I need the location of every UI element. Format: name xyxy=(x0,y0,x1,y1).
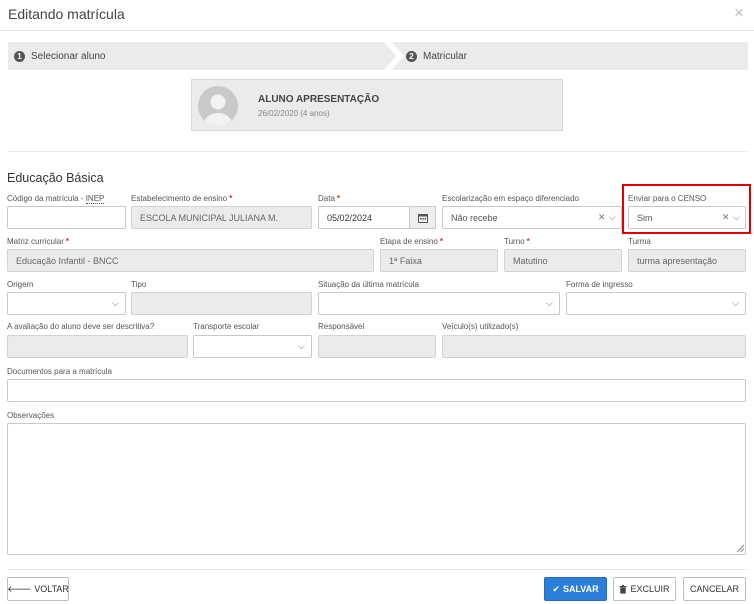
footer-divider xyxy=(8,569,747,570)
trash-icon xyxy=(619,584,627,594)
back-button[interactable]: 🡐 VOLTAR xyxy=(7,577,69,601)
calendar-icon[interactable] xyxy=(410,206,436,229)
etapa-label: Etapa de ensino * xyxy=(380,237,443,246)
escolarizacao-value: Não recebe xyxy=(451,212,498,223)
delete-button[interactable]: EXCLUIR xyxy=(613,577,676,601)
responsavel-label: Responsável xyxy=(318,322,365,331)
observacoes-textarea[interactable] xyxy=(7,423,746,555)
step-label: Matricular xyxy=(423,50,467,62)
student-card: ALUNO APRESENTAÇÃO 26/02/2020 (4 anos) xyxy=(191,79,563,131)
observacoes-label: Observações xyxy=(7,411,55,420)
origem-label: Origem xyxy=(7,280,34,289)
chevron-down-icon[interactable]: ⌵ xyxy=(546,298,553,309)
delete-button-label: EXCLUIR xyxy=(630,584,670,594)
matriz-label: Matriz curricular * xyxy=(7,237,70,246)
situacao-label: Situação da última matrícula xyxy=(318,280,419,289)
back-button-label: VOLTAR xyxy=(34,584,69,594)
cancel-button[interactable]: CANCELAR xyxy=(683,577,746,601)
estabelecimento-input: ESCOLA MUNICIPAL JULIANA M. xyxy=(131,206,312,229)
stepper: 1 Selecionar aluno 2 Matricular xyxy=(8,42,748,70)
step-number: 1 xyxy=(14,50,25,62)
step-select-student[interactable]: 1 Selecionar aluno xyxy=(14,42,106,70)
forma-label: Forma de ingresso xyxy=(566,280,633,289)
turma-label: Turma xyxy=(628,237,651,246)
chevron-down-icon[interactable]: ⌵ xyxy=(112,298,119,309)
arrow-left-icon: 🡐 xyxy=(7,583,32,594)
tipo-label: Tipo xyxy=(131,280,147,289)
chevron-down-icon[interactable]: ⌵ xyxy=(298,341,305,352)
documentos-label: Documentos para a matrícula xyxy=(7,367,112,376)
turno-input: Matutino xyxy=(504,249,622,272)
student-name: ALUNO APRESENTAÇÃO xyxy=(258,94,380,105)
matriz-input: Educação Infantil - BNCC xyxy=(7,249,374,272)
save-button[interactable]: ✔ SALVAR xyxy=(544,577,607,601)
documentos-input[interactable] xyxy=(7,379,746,402)
resize-icon[interactable] xyxy=(736,544,745,553)
tipo-input xyxy=(131,292,312,315)
forma-select[interactable]: ⌵ xyxy=(566,292,746,315)
turno-label: Turno * xyxy=(504,237,530,246)
situacao-select[interactable]: ⌵ xyxy=(318,292,560,315)
student-birthdate: 26/02/2020 (4 anos) xyxy=(258,109,330,118)
avatar-icon xyxy=(198,86,238,126)
escolarizacao-select[interactable]: Não recebe ✕ ⌵ xyxy=(442,206,622,229)
data-label: Data * xyxy=(318,194,341,203)
save-button-label: SALVAR xyxy=(562,584,599,594)
origem-select[interactable]: ⌵ xyxy=(7,292,126,315)
header-divider xyxy=(0,30,754,31)
section-title: Educação Básica xyxy=(7,171,104,185)
check-icon: ✔ xyxy=(552,583,560,594)
turma-input: turma apresentação xyxy=(628,249,746,272)
estabelecimento-label: Estabelecimento de ensino * xyxy=(131,194,233,203)
avaliacao-label: A avaliação do aluno deve ser descritiva… xyxy=(7,322,155,331)
close-icon[interactable]: × xyxy=(734,3,744,23)
step-enroll[interactable]: 2 Matricular xyxy=(406,42,467,70)
chevron-down-icon[interactable]: ⌵ xyxy=(609,212,616,223)
avaliacao-input xyxy=(7,335,188,358)
etapa-input: 1ª Faixa xyxy=(380,249,498,272)
codigo-input[interactable] xyxy=(7,206,126,229)
step-label: Selecionar aluno xyxy=(31,50,106,62)
step-separator-icon xyxy=(384,42,404,70)
responsavel-input xyxy=(318,335,436,358)
escolarizacao-label: Escolarização em espaço diferenciado xyxy=(442,194,579,203)
veiculos-label: Veículo(s) utilizado(s) xyxy=(442,322,519,331)
transporte-select[interactable]: ⌵ xyxy=(193,335,312,358)
veiculos-input xyxy=(442,335,746,358)
transporte-label: Transporte escolar xyxy=(193,322,260,331)
data-input[interactable]: 05/02/2024 xyxy=(318,206,410,229)
highlight-box xyxy=(622,184,751,234)
step-number: 2 xyxy=(406,50,417,62)
section-divider xyxy=(8,151,747,152)
chevron-down-icon[interactable]: ⌵ xyxy=(732,298,739,309)
modal-title: Editando matrícula xyxy=(8,6,125,22)
codigo-label: Código da matrícula - INEP xyxy=(7,194,105,204)
clear-icon[interactable]: ✕ xyxy=(598,212,606,223)
